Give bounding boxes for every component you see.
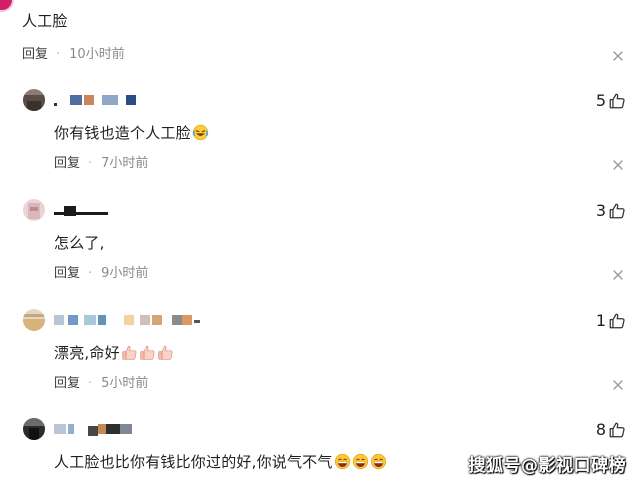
comment-text-line: 你有钱也造个人工脸 — [54, 121, 209, 145]
like-button[interactable]: 3 — [596, 199, 626, 223]
like-button[interactable]: 1 — [596, 309, 626, 333]
comment-text: 人工脸也比你有钱比你过的好,你说气不气 — [54, 453, 333, 471]
close-icon[interactable] — [611, 378, 625, 392]
comment-text-line: 漂亮,命好 — [54, 341, 174, 365]
grinning-emoji-icon — [352, 453, 368, 470]
comment-time: 7小时前 — [101, 156, 149, 171]
thumbs-up-emoji-icon — [158, 345, 173, 360]
meta-separator: · — [88, 266, 93, 281]
comment-text-line: 怎么了, — [54, 231, 105, 255]
username-blurred[interactable] — [54, 95, 214, 106]
avatar[interactable] — [23, 199, 45, 221]
like-button[interactable]: 5 — [596, 89, 626, 113]
reply-button[interactable]: 回复 — [54, 376, 80, 391]
comment-time: 5小时前 — [101, 376, 149, 391]
meta-separator: · — [88, 156, 93, 171]
thumbs-up-emoji-icon — [122, 345, 137, 360]
top-avatar[interactable] — [0, 0, 14, 12]
watermark: 搜狐号@影视口碑榜 — [468, 456, 626, 476]
comment-meta: 回复 · 9小时前 — [54, 264, 148, 284]
like-count: 8 — [595, 420, 606, 439]
reply-button[interactable]: 回复 — [22, 47, 48, 62]
username-blurred[interactable] — [54, 205, 214, 216]
comment-text: 漂亮,命好 — [54, 344, 120, 362]
close-icon[interactable] — [611, 158, 625, 172]
parent-comment-meta: 回复 · 10小时前 — [22, 45, 125, 65]
thumbs-up-icon — [609, 93, 625, 109]
meta-separator: · — [56, 47, 61, 62]
thumbs-up-icon — [609, 422, 625, 438]
comment-time: 9小时前 — [101, 266, 149, 281]
avatar[interactable] — [23, 309, 45, 331]
reply-comment: 5 你有钱也造个人工脸 回复 · 7小时前 — [0, 89, 640, 199]
laughing-crying-emoji-icon — [192, 124, 209, 141]
comment-text: 你有钱也造个人工脸 — [54, 124, 191, 142]
reply-button[interactable]: 回复 — [54, 266, 80, 281]
like-count: 3 — [595, 201, 606, 220]
username-blurred[interactable] — [54, 315, 214, 325]
username-blurred[interactable] — [54, 424, 214, 436]
grinning-emoji-icon — [370, 453, 386, 470]
avatar[interactable] — [23, 89, 45, 111]
thumbs-up-icon — [609, 203, 625, 219]
reply-comment: 1 漂亮,命好 回复 · 5小时前 — [0, 309, 640, 419]
like-count: 1 — [595, 311, 606, 330]
reply-comment: 3 怎么了, 回复 · 9小时前 — [0, 199, 640, 309]
comment-meta: 回复 · 7小时前 — [54, 154, 148, 174]
thumbs-up-icon — [609, 313, 625, 329]
close-icon[interactable] — [611, 268, 625, 282]
like-button[interactable]: 8 — [596, 418, 626, 442]
meta-separator: · — [88, 376, 93, 391]
comment-text: 怎么了, — [54, 234, 105, 252]
thumbs-up-emoji-icon — [140, 345, 155, 360]
grinning-emoji-icon — [334, 453, 350, 470]
comment-time: 10小时前 — [69, 47, 125, 62]
close-icon[interactable] — [611, 49, 625, 63]
comment-text-line: 人工脸也比你有钱比你过的好,你说气不气 — [54, 450, 387, 474]
like-count: 5 — [595, 91, 606, 110]
parent-comment-text: 人工脸 — [22, 12, 68, 30]
reply-button[interactable]: 回复 — [54, 156, 80, 171]
avatar[interactable] — [23, 418, 45, 440]
comment-meta: 回复 · 5小时前 — [54, 374, 148, 394]
